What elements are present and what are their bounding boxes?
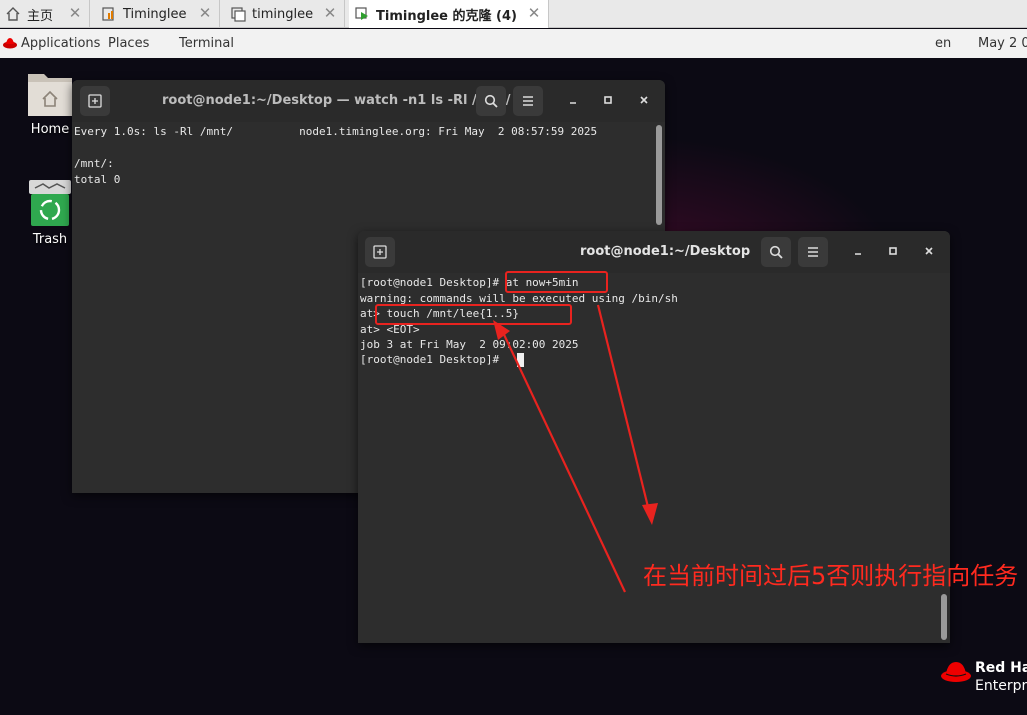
redhat-brand-line1: Red Ha — [975, 660, 1027, 676]
redhat-logo: Red Ha Enterpr — [940, 657, 1027, 702]
arrow-to-touch-command — [499, 325, 626, 593]
annotation-text: 在当前时间过后5否则执行指向任务 — [643, 562, 1019, 590]
arrow-to-at-command — [596, 304, 652, 516]
redhat-brand-line2: Enterpr — [975, 678, 1027, 694]
arrow-head-up — [493, 320, 510, 340]
annotation-arrows — [493, 304, 658, 593]
redhat-hat-icon — [940, 659, 972, 687]
arrow-head-down — [642, 503, 658, 525]
